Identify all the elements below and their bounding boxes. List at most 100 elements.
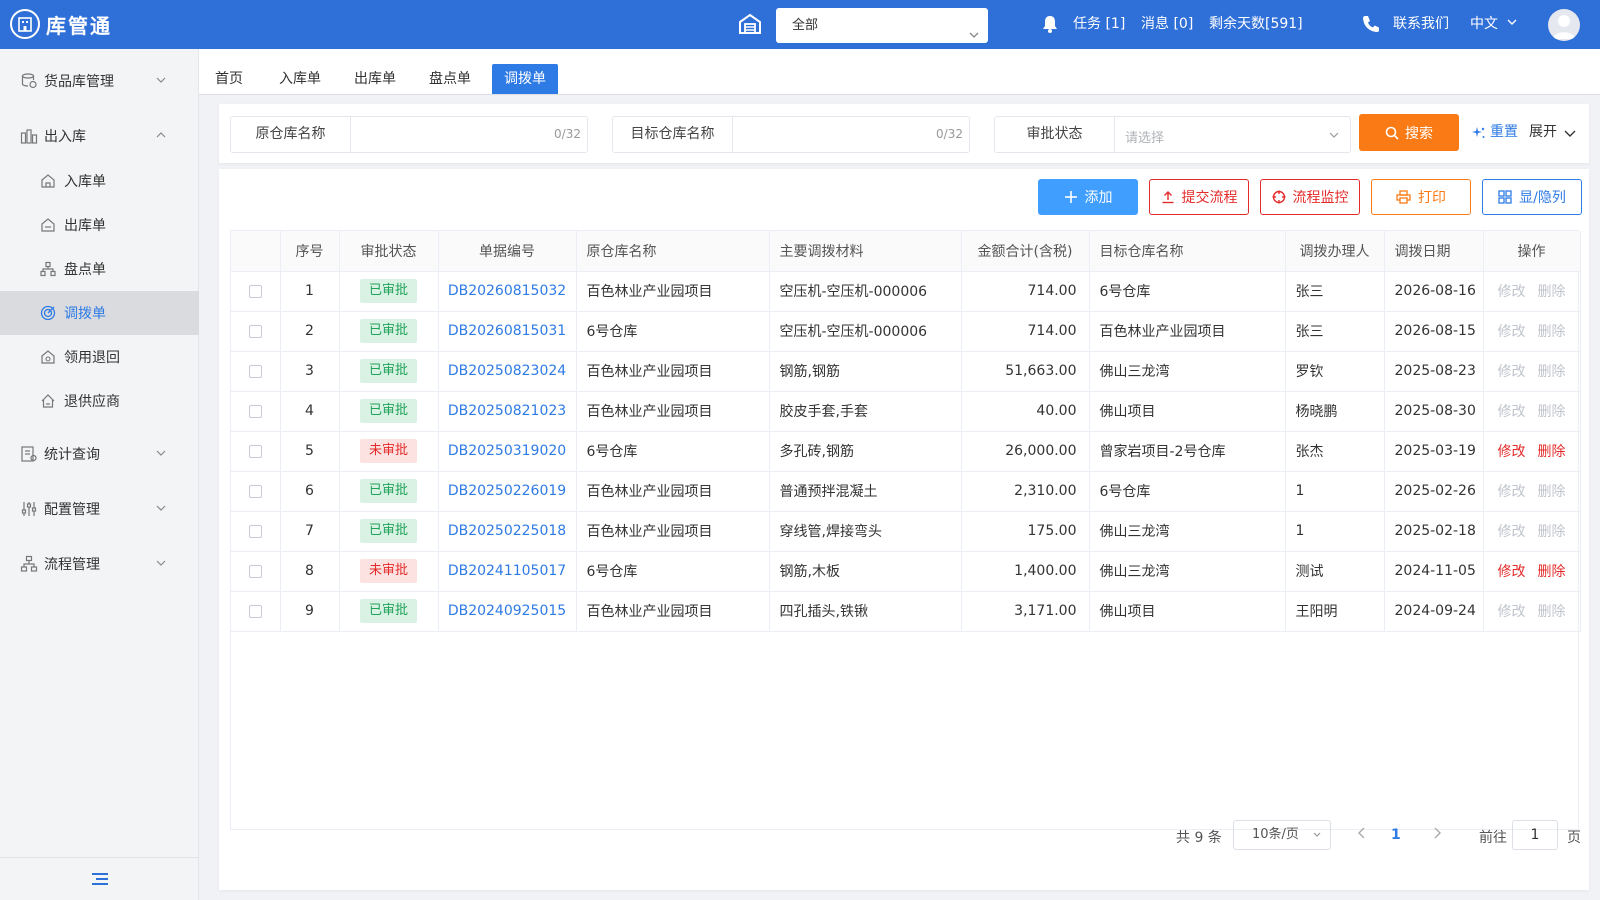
amount-cell: 714.00 xyxy=(961,311,1090,352)
delete-button[interactable]: 删除 xyxy=(1538,444,1566,460)
sidebar-item-stocktake[interactable]: 盘点单 xyxy=(0,247,199,291)
goto-page-input[interactable]: 1 xyxy=(1512,820,1558,850)
tab-stocktake[interactable]: 盘点单 xyxy=(417,64,483,94)
next-page-button[interactable] xyxy=(1431,826,1443,844)
source-warehouse-input[interactable] xyxy=(351,117,587,152)
edit-button[interactable]: 修改 xyxy=(1498,524,1526,540)
row-checkbox[interactable] xyxy=(248,524,262,538)
logo[interactable]: 库管通 xyxy=(10,9,112,39)
document-code-link[interactable]: DB20241105017 xyxy=(448,563,566,579)
prev-page-button[interactable] xyxy=(1356,826,1368,844)
submit-workflow-button[interactable]: 提交流程 xyxy=(1149,179,1249,215)
column-header: 金额合计(含税) xyxy=(961,231,1090,272)
bell-icon[interactable] xyxy=(1040,0,1060,49)
edit-button[interactable]: 修改 xyxy=(1498,284,1526,300)
handler-cell: 张三 xyxy=(1285,311,1385,352)
menu-inout[interactable]: 出入库 xyxy=(0,108,199,164)
edit-button[interactable]: 修改 xyxy=(1498,484,1526,500)
search-button[interactable]: 搜索 xyxy=(1359,114,1459,151)
delete-button[interactable]: 删除 xyxy=(1538,604,1566,620)
sidebar-item-inbound[interactable]: 入库单 xyxy=(0,159,199,203)
menu-workflow[interactable]: 流程管理 xyxy=(0,536,199,592)
delete-button[interactable]: 删除 xyxy=(1538,364,1566,380)
avatar[interactable] xyxy=(1548,9,1580,41)
status-cell: 未审批 xyxy=(339,431,439,472)
source-warehouse-cell: 百色林业产业园项目 xyxy=(576,511,770,552)
messages-link[interactable]: 消息 [0] xyxy=(1141,0,1193,49)
tab-home[interactable]: 首页 xyxy=(203,64,255,94)
expand-button[interactable]: 展开 xyxy=(1529,114,1577,151)
row-select-cell xyxy=(231,351,281,392)
tab-outbound[interactable]: 出库单 xyxy=(342,64,408,94)
document-code-link[interactable]: DB20250823024 xyxy=(448,363,566,379)
menu-config[interactable]: 配置管理 xyxy=(0,481,199,537)
crosshair-icon xyxy=(1272,190,1286,204)
workflow-monitor-button[interactable]: 流程监控 xyxy=(1260,179,1360,215)
sidebar-item-return-supplier[interactable]: 退供应商 xyxy=(0,379,199,423)
delete-button[interactable]: 删除 xyxy=(1538,484,1566,500)
edit-button[interactable]: 修改 xyxy=(1498,564,1526,580)
document-code-link[interactable]: DB20250319020 xyxy=(448,443,566,459)
tasks-link[interactable]: 任务 [1] xyxy=(1073,0,1125,49)
menu-label: 统计查询 xyxy=(44,447,100,463)
delete-button[interactable]: 删除 xyxy=(1538,524,1566,540)
edit-button[interactable]: 修改 xyxy=(1498,444,1526,460)
sparkle-icon xyxy=(1472,126,1485,138)
document-code-link[interactable]: DB20250225018 xyxy=(448,523,566,539)
contact-link[interactable]: 联系我们 xyxy=(1393,0,1449,49)
document-code-link[interactable]: DB20250226019 xyxy=(448,483,566,499)
reset-button[interactable]: 重置 xyxy=(1472,114,1518,151)
delete-button[interactable]: 删除 xyxy=(1538,324,1566,340)
row-checkbox[interactable] xyxy=(248,324,262,338)
add-button[interactable]: 添加 xyxy=(1038,179,1138,215)
delete-button[interactable]: 删除 xyxy=(1538,564,1566,580)
toggle-columns-button[interactable]: 显/隐列 xyxy=(1482,179,1582,215)
page-size-select[interactable]: 10条/页 xyxy=(1233,820,1331,850)
row-checkbox[interactable] xyxy=(248,284,262,298)
language-select[interactable]: 中文 xyxy=(1470,0,1518,49)
warehouse-select[interactable]: 全部 xyxy=(776,8,988,43)
menu-statistics[interactable]: 统计查询 xyxy=(0,426,199,482)
document-code-link[interactable]: DB20240925015 xyxy=(448,603,566,619)
document-chart-icon xyxy=(21,446,37,462)
sidebar-item-label: 退供应商 xyxy=(64,394,120,410)
row-checkbox[interactable] xyxy=(248,604,262,618)
row-select-cell xyxy=(231,551,281,592)
status-badge: 未审批 xyxy=(359,559,417,583)
sidebar-item-transfer[interactable]: 调拨单 xyxy=(0,291,199,335)
collapse-sidebar-button[interactable] xyxy=(0,857,199,900)
document-code-link[interactable]: DB20260815032 xyxy=(448,283,566,299)
row-checkbox[interactable] xyxy=(248,564,262,578)
row-checkbox[interactable] xyxy=(248,444,262,458)
org-chart-icon xyxy=(40,261,56,277)
source-warehouse-cell: 百色林业产业园项目 xyxy=(576,471,770,512)
tab-transfer[interactable]: 调拨单 xyxy=(492,64,558,94)
edit-button[interactable]: 修改 xyxy=(1498,604,1526,620)
row-checkbox[interactable] xyxy=(248,364,262,378)
target-warehouse-field: 目标仓库名称 0/32 xyxy=(612,116,970,153)
menu-goods-library[interactable]: 货品库管理 xyxy=(0,53,199,109)
edit-button[interactable]: 修改 xyxy=(1498,404,1526,420)
edit-button[interactable]: 修改 xyxy=(1498,364,1526,380)
sidebar-item-outbound[interactable]: 出库单 xyxy=(0,203,199,247)
row-checkbox[interactable] xyxy=(248,484,262,498)
print-button[interactable]: 打印 xyxy=(1371,179,1471,215)
sidebar-item-return[interactable]: 领用退回 xyxy=(0,335,199,379)
row-number: 7 xyxy=(280,511,340,552)
page-number[interactable]: 1 xyxy=(1391,827,1401,843)
delete-button[interactable]: 删除 xyxy=(1538,404,1566,420)
material-cell: 多孔砖,钢筋 xyxy=(769,431,962,472)
target-icon xyxy=(40,305,56,321)
row-checkbox[interactable] xyxy=(248,404,262,418)
row-number: 5 xyxy=(280,431,340,472)
document-code-link[interactable]: DB20260815031 xyxy=(448,323,566,339)
tab-inbound[interactable]: 入库单 xyxy=(267,64,333,94)
row-select-cell xyxy=(231,391,281,432)
approval-status-select[interactable]: 请选择 xyxy=(1115,117,1350,152)
status-badge: 已审批 xyxy=(359,479,417,503)
document-code-link[interactable]: DB20250821023 xyxy=(448,403,566,419)
chevron-down-icon xyxy=(156,505,166,511)
target-warehouse-input[interactable] xyxy=(733,117,969,152)
delete-button[interactable]: 删除 xyxy=(1538,284,1566,300)
edit-button[interactable]: 修改 xyxy=(1498,324,1526,340)
